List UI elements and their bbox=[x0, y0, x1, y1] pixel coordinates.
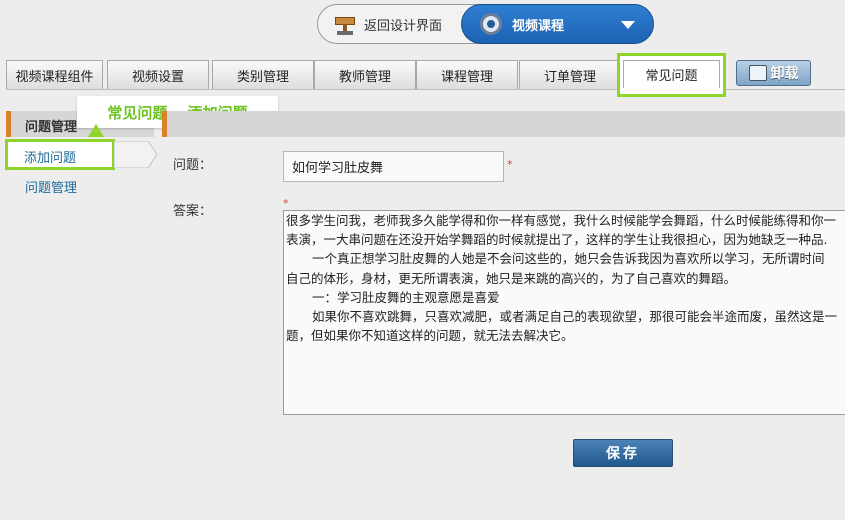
answer-line: 自己的体形，身材，更无所谓表演，她只是来跳的高兴的，为了自己喜欢的舞蹈。 bbox=[286, 270, 737, 286]
uninstall-label: 卸载 bbox=[770, 66, 799, 82]
question-required-mark: * bbox=[507, 158, 513, 171]
back-to-design-label: 返回设计界面 bbox=[364, 18, 443, 34]
gear-icon bbox=[480, 13, 502, 35]
course-selector-dropdown[interactable]: 视频课程 bbox=[461, 4, 654, 44]
answer-line: 题，但如果你不知道这样的问题，就无法去解决它。 bbox=[286, 328, 574, 344]
answer-line: 如果你不喜欢跳舞，只喜欢减肥，或者满足自己的表现欲望，那很可能会半途而废，虽然这… bbox=[312, 309, 838, 325]
tab-course-management[interactable]: 课程管理 bbox=[416, 60, 518, 89]
chevron-down-icon[interactable] bbox=[621, 21, 635, 29]
signpost-icon bbox=[334, 13, 356, 35]
tab-teacher-management[interactable]: 教师管理 bbox=[314, 60, 416, 89]
question-input[interactable] bbox=[283, 151, 504, 182]
answer-textarea[interactable]: 很多学生问我，老师我多久能学得和你一样有感觉，我什么时候能学会舞蹈，什么时候能练… bbox=[283, 210, 845, 415]
answer-line: 一个真正想学习肚皮舞的人她是不会问这些的，她只会告诉我因为喜欢所以学习，无所谓时… bbox=[312, 251, 825, 267]
sidebar-item-question-management[interactable]: 问题管理 bbox=[25, 177, 77, 196]
sidebar-item-add-question-label: 添加问题 bbox=[24, 151, 77, 166]
tab-category-management[interactable]: 类别管理 bbox=[212, 60, 314, 89]
callout-pointer bbox=[88, 124, 104, 137]
tab-video-settings[interactable]: 视频设置 bbox=[107, 60, 209, 89]
top-switch-bar: 返回设计界面 视频课程 bbox=[317, 4, 654, 44]
course-selector-label: 视频课程 bbox=[512, 18, 565, 34]
tab-faq[interactable]: 常见问题 bbox=[617, 53, 726, 97]
tab-video-course-component[interactable]: 视频课程组件 bbox=[6, 60, 103, 89]
main-section-header bbox=[162, 111, 845, 137]
active-item-arrow bbox=[114, 141, 158, 168]
page: 返回设计界面 视频课程 视频课程组件 视频设置 类别管理 教师管理 课程管理 订… bbox=[0, 0, 845, 520]
question-label: 问题： bbox=[173, 158, 213, 173]
trash-icon bbox=[748, 65, 767, 81]
answer-required-mark: * bbox=[283, 197, 289, 210]
save-button[interactable]: 保存 bbox=[573, 439, 673, 467]
answer-line: 很多学生问我，老师我多久能学得和你一样有感觉，我什么时候能学会舞蹈，什么时候能练… bbox=[286, 213, 837, 228]
back-to-design-button[interactable]: 返回设计界面 bbox=[334, 11, 442, 37]
answer-line: 一：学习肚皮舞的主观意愿是喜爱 bbox=[312, 289, 500, 305]
sidebar-item-add-question[interactable]: 添加问题 bbox=[5, 139, 115, 170]
answer-line: 表演，一大串问题在还没开始学舞蹈的时候就提出了，这样的学生让我很担心，因为她缺乏… bbox=[286, 232, 828, 248]
tab-order-management[interactable]: 订单管理 bbox=[519, 60, 621, 89]
sidebar-header-label: 问题管理 bbox=[25, 120, 78, 135]
uninstall-button[interactable]: 卸载 bbox=[736, 60, 811, 86]
tab-faq-label: 常见问题 bbox=[645, 69, 698, 84]
answer-label: 答案： bbox=[173, 204, 213, 219]
